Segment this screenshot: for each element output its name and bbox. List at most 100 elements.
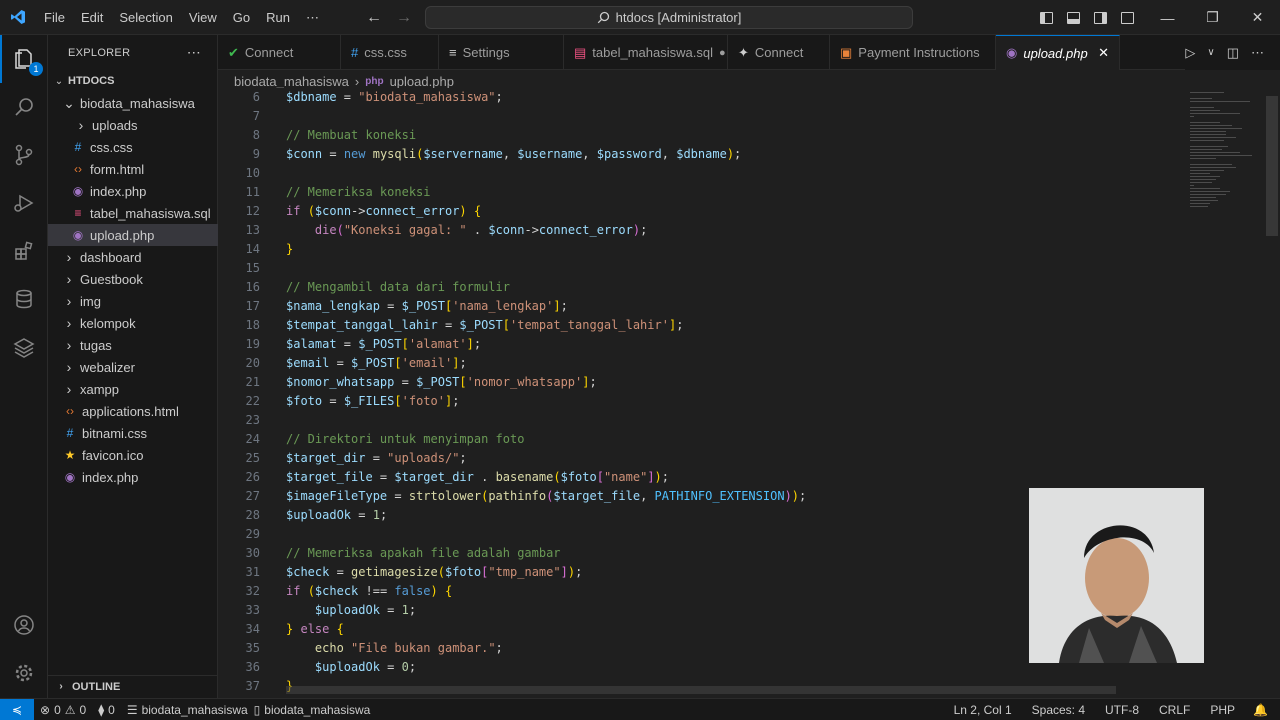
minimap[interactable] [1188, 88, 1268, 208]
layers-activity-button[interactable] [0, 323, 48, 371]
code-line[interactable]: 14} [218, 240, 1178, 259]
language-mode[interactable]: PHP [1200, 703, 1245, 717]
ports-indicator[interactable]: ⧫ 0 [92, 703, 121, 717]
editor-actions: ▷ ∨ ◫ ⋯ [1185, 35, 1280, 70]
explorer-item-xampp[interactable]: › xampp [48, 378, 218, 400]
database-activity-button[interactable] [0, 275, 48, 323]
code-editor[interactable]: 6 $dbname = "biodata_mahasiswa"; 7 8 // Memb… [218, 88, 1280, 698]
code-line[interactable]: 15 [218, 259, 1178, 278]
tab-tabel-mahasiswa-sql[interactable]: ▤ tabel_mahasiswa.sql ● [564, 35, 728, 70]
explorer-item-form-html[interactable]: ‹› form.html [48, 158, 218, 180]
menu-view[interactable]: View [181, 0, 225, 35]
breadcrumb-folder[interactable]: biodata_mahasiswa [234, 74, 349, 89]
run-icon[interactable]: ▷ [1185, 45, 1195, 61]
chevron-down-icon[interactable]: ∨ [1207, 47, 1214, 58]
explorer-item-upload-php[interactable]: ◉ upload.php [48, 224, 218, 246]
tab-payment-instructions[interactable]: ▣ Payment Instructions [830, 35, 996, 70]
customize-layout-icon[interactable] [1121, 11, 1134, 24]
unsaved-dot-icon[interactable]: ● [719, 47, 726, 59]
code-line[interactable]: 6 $dbname = "biodata_mahasiswa"; [218, 88, 1178, 107]
toggle-secondary-sidebar-icon[interactable] [1094, 11, 1107, 24]
code-line[interactable]: 10 [218, 164, 1178, 183]
restore-icon[interactable]: ❐ [1190, 9, 1235, 26]
explorer-item-favicon-ico[interactable]: ★ favicon.ico [48, 444, 218, 466]
code-line[interactable]: 25 $target_dir = "uploads/"; [218, 449, 1178, 468]
toggle-panel-icon[interactable] [1067, 11, 1080, 24]
explorer-item-guestbook[interactable]: › Guestbook [48, 268, 218, 290]
code-line[interactable]: 24 // Direktori untuk menyimpan foto [218, 430, 1178, 449]
code-token: $check [314, 584, 359, 598]
explorer-item-css-css[interactable]: # css.css [48, 136, 218, 158]
accounts-activity-button[interactable] [0, 601, 48, 649]
menu-edit[interactable]: Edit [73, 0, 111, 35]
code-line[interactable]: 19 $alamat = $_POST['alamat']; [218, 335, 1178, 354]
search-activity-button[interactable] [0, 83, 48, 131]
code-line[interactable]: 13 die("Koneksi gagal: " . $conn->connec… [218, 221, 1178, 240]
tab-upload-php[interactable]: ◉ upload.php ✕ [996, 35, 1120, 70]
code-line[interactable]: 16 // Mengambil data dari formulir [218, 278, 1178, 297]
code-line[interactable]: 17 $nama_lengkap = $_POST['nama_lengkap']… [218, 297, 1178, 316]
code-line[interactable]: 7 [218, 107, 1178, 126]
code-line[interactable]: 11 // Memeriksa koneksi [218, 183, 1178, 202]
back-arrow-icon[interactable]: ← [366, 9, 382, 27]
explorer-item-img[interactable]: › img [48, 290, 218, 312]
tab-connect[interactable]: ✦ Connect [728, 35, 830, 70]
explorer-item-kelompok[interactable]: › kelompok [48, 312, 218, 334]
explorer-item-tugas[interactable]: › tugas [48, 334, 218, 356]
end-of-line[interactable]: CRLF [1149, 703, 1200, 717]
code-line[interactable]: 20 $email = $_POST['email']; [218, 354, 1178, 373]
explorer-item-webalizer[interactable]: › webalizer [48, 356, 218, 378]
explorer-item-index-php[interactable]: ◉ index.php [48, 180, 218, 202]
horizontal-scrollbar[interactable] [286, 686, 1116, 694]
code-line[interactable]: 9 $conn = new mysqli($servername, $userna… [218, 145, 1178, 164]
vertical-scrollbar[interactable] [1266, 96, 1278, 236]
indentation[interactable]: Spaces: 4 [1022, 703, 1095, 717]
explorer-item-biodata-mahasiswa[interactable]: ⌄ biodata_mahasiswa [48, 92, 218, 114]
manage-activity-button[interactable] [0, 649, 48, 697]
explorer-item-dashboard[interactable]: › dashboard [48, 246, 218, 268]
workspace-root[interactable]: ⌄ HTDOCS [48, 70, 218, 92]
command-center-search[interactable]: htdocs [Administrator] [425, 6, 913, 29]
explorer-item-tabel-mahasiswa-sql[interactable]: ≡ tabel_mahasiswa.sql [48, 202, 218, 224]
code-line[interactable]: 21 $nomor_whatsapp = $_POST['nomor_whatsa… [218, 373, 1178, 392]
outline-section[interactable]: › OUTLINE [48, 675, 218, 697]
explorer-item-index-php[interactable]: ◉ index.php [48, 466, 218, 488]
cursor-position[interactable]: Ln 2, Col 1 [944, 703, 1022, 717]
problems-indicator[interactable]: ⊗ 0 ⚠ 0 [34, 703, 92, 717]
menu-more[interactable]: ⋯ [298, 0, 327, 35]
toggle-sidebar-icon[interactable] [1040, 11, 1053, 24]
split-editor-icon[interactable]: ◫ [1227, 45, 1239, 61]
more-actions-icon[interactable]: ⋯ [1251, 45, 1264, 61]
code-line[interactable]: 22 $foto = $_FILES['foto']; [218, 392, 1178, 411]
menu-run[interactable]: Run [258, 0, 298, 35]
code-line[interactable]: 18 $tempat_tanggal_lahir = $_POST['tempat… [218, 316, 1178, 335]
minimize-icon[interactable]: — [1145, 10, 1190, 26]
explorer-item-uploads[interactable]: › uploads [48, 114, 218, 136]
code-line[interactable]: 12 if ($conn->connect_error) { [218, 202, 1178, 221]
tab-css-css[interactable]: # css.css [341, 35, 439, 70]
run-debug-activity-button[interactable] [0, 179, 48, 227]
extensions-activity-button[interactable] [0, 227, 48, 275]
menu-selection[interactable]: Selection [111, 0, 180, 35]
explorer-activity-button[interactable]: 1 [0, 35, 48, 83]
explorer-item-applications-html[interactable]: ‹› applications.html [48, 400, 218, 422]
forward-arrow-icon[interactable]: → [396, 9, 412, 27]
encoding[interactable]: UTF-8 [1095, 703, 1149, 717]
branch-indicator-1[interactable]: ☰ biodata_mahasiswa [121, 703, 254, 717]
menu-file[interactable]: File [36, 0, 73, 35]
code-line[interactable]: 23 [218, 411, 1178, 430]
breadcrumb-file[interactable]: upload.php [390, 74, 454, 89]
code-line[interactable]: 8 // Membuat koneksi [218, 126, 1178, 145]
more-actions-icon[interactable]: ⋯ [187, 44, 201, 61]
menu-go[interactable]: Go [225, 0, 258, 35]
close-window-icon[interactable]: ✕ [1235, 9, 1280, 26]
close-tab-icon[interactable]: ✕ [1098, 45, 1109, 61]
branch-indicator-2[interactable]: ▯ biodata_mahasiswa [254, 703, 377, 717]
source-control-activity-button[interactable] [0, 131, 48, 179]
notifications-bell-icon[interactable]: 🔔 [1245, 703, 1280, 717]
tab-settings[interactable]: ≡ Settings [439, 35, 564, 70]
tab-connect[interactable]: ✔ Connect [218, 35, 341, 70]
explorer-item-bitnami-css[interactable]: # bitnami.css [48, 422, 218, 444]
code-line[interactable]: 26 $target_file = $target_dir . basename(… [218, 468, 1178, 487]
remote-indicator[interactable]: ≼ [0, 698, 34, 720]
